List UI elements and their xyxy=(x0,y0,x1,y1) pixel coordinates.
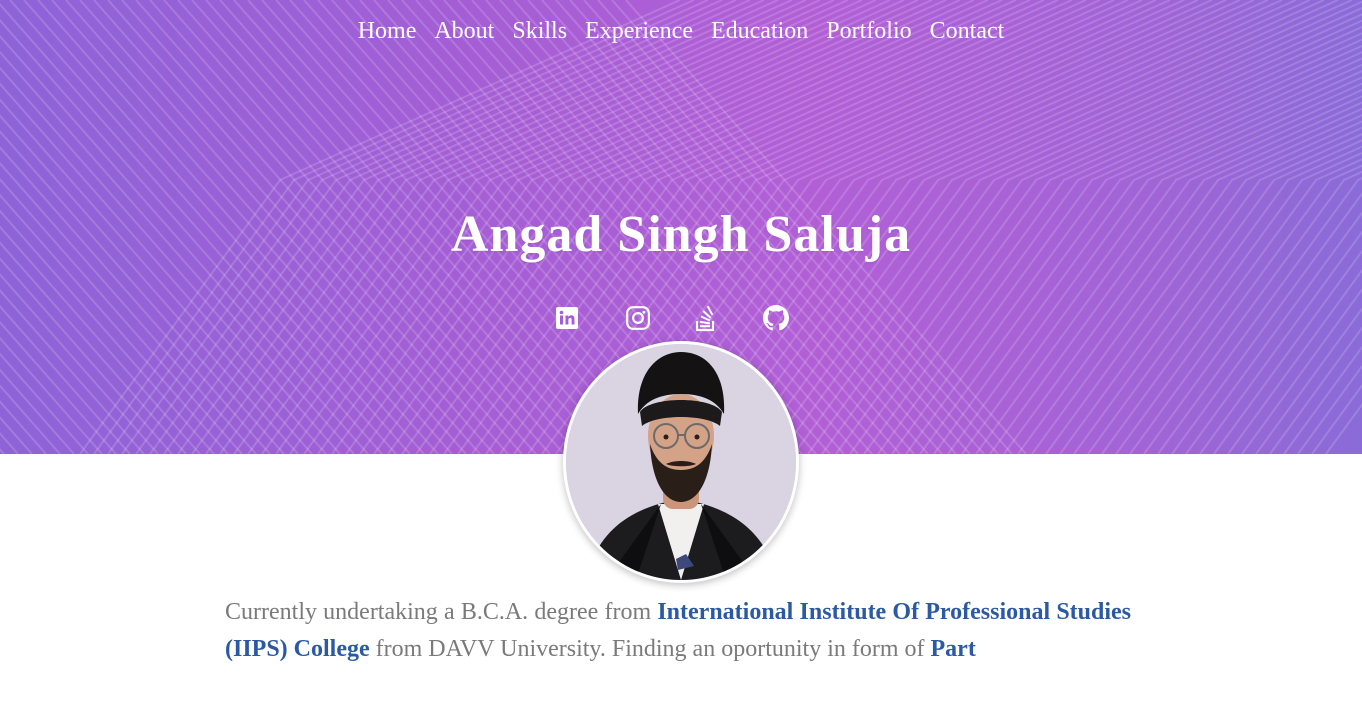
nav-link-education[interactable]: Education xyxy=(711,18,808,44)
stackoverflow-icon[interactable] xyxy=(694,305,720,333)
bio-text-1: Currently undertaking a B.C.A. degree fr… xyxy=(225,599,658,625)
nav-link-about[interactable]: About xyxy=(434,18,494,44)
nav-link-experience[interactable]: Experience xyxy=(585,18,693,44)
bio-text-2: from DAVV University. Finding an oportun… xyxy=(369,636,931,662)
github-icon[interactable] xyxy=(763,305,789,333)
linkedin-icon[interactable] xyxy=(555,305,581,333)
profile-portrait-illustration xyxy=(566,344,796,580)
profile-avatar xyxy=(563,341,799,583)
instagram-icon[interactable] xyxy=(625,305,651,333)
top-navigation: Home About Skills Experience Education P… xyxy=(0,18,1362,45)
about-paragraph: Currently undertaking a B.C.A. degree fr… xyxy=(225,594,1131,668)
nav-link-contact[interactable]: Contact xyxy=(930,18,1005,44)
nav-link-portfolio[interactable]: Portfolio xyxy=(826,18,911,44)
part-time-highlight: Part xyxy=(930,636,976,662)
nav-link-home[interactable]: Home xyxy=(358,18,417,44)
nav-link-skills[interactable]: Skills xyxy=(512,18,567,44)
page-title: Angad Singh Saluja xyxy=(450,206,912,263)
